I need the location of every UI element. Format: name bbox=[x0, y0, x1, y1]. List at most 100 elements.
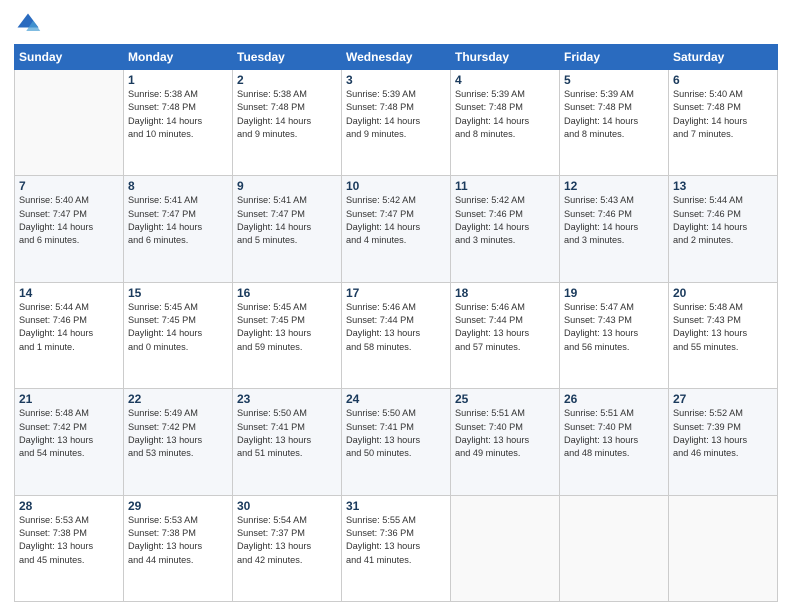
weekday-header-row: SundayMondayTuesdayWednesdayThursdayFrid… bbox=[15, 45, 778, 70]
calendar-cell: 6Sunrise: 5:40 AM Sunset: 7:48 PM Daylig… bbox=[669, 70, 778, 176]
day-info: Sunrise: 5:53 AM Sunset: 7:38 PM Dayligh… bbox=[19, 514, 119, 567]
calendar-week-5: 28Sunrise: 5:53 AM Sunset: 7:38 PM Dayli… bbox=[15, 495, 778, 601]
calendar-cell: 9Sunrise: 5:41 AM Sunset: 7:47 PM Daylig… bbox=[233, 176, 342, 282]
day-info: Sunrise: 5:50 AM Sunset: 7:41 PM Dayligh… bbox=[346, 407, 446, 460]
calendar-cell: 17Sunrise: 5:46 AM Sunset: 7:44 PM Dayli… bbox=[342, 282, 451, 388]
day-number: 8 bbox=[128, 179, 228, 193]
day-number: 2 bbox=[237, 73, 337, 87]
calendar-cell: 16Sunrise: 5:45 AM Sunset: 7:45 PM Dayli… bbox=[233, 282, 342, 388]
day-number: 4 bbox=[455, 73, 555, 87]
calendar-cell: 19Sunrise: 5:47 AM Sunset: 7:43 PM Dayli… bbox=[560, 282, 669, 388]
calendar-cell: 18Sunrise: 5:46 AM Sunset: 7:44 PM Dayli… bbox=[451, 282, 560, 388]
weekday-header-monday: Monday bbox=[124, 45, 233, 70]
day-info: Sunrise: 5:40 AM Sunset: 7:48 PM Dayligh… bbox=[673, 88, 773, 141]
calendar-cell bbox=[451, 495, 560, 601]
day-info: Sunrise: 5:55 AM Sunset: 7:36 PM Dayligh… bbox=[346, 514, 446, 567]
weekday-header-wednesday: Wednesday bbox=[342, 45, 451, 70]
day-info: Sunrise: 5:40 AM Sunset: 7:47 PM Dayligh… bbox=[19, 194, 119, 247]
day-number: 12 bbox=[564, 179, 664, 193]
calendar-cell: 24Sunrise: 5:50 AM Sunset: 7:41 PM Dayli… bbox=[342, 389, 451, 495]
calendar-cell: 22Sunrise: 5:49 AM Sunset: 7:42 PM Dayli… bbox=[124, 389, 233, 495]
day-info: Sunrise: 5:45 AM Sunset: 7:45 PM Dayligh… bbox=[237, 301, 337, 354]
day-info: Sunrise: 5:48 AM Sunset: 7:43 PM Dayligh… bbox=[673, 301, 773, 354]
day-number: 5 bbox=[564, 73, 664, 87]
calendar-cell: 8Sunrise: 5:41 AM Sunset: 7:47 PM Daylig… bbox=[124, 176, 233, 282]
weekday-header-saturday: Saturday bbox=[669, 45, 778, 70]
calendar-cell: 27Sunrise: 5:52 AM Sunset: 7:39 PM Dayli… bbox=[669, 389, 778, 495]
calendar-cell: 28Sunrise: 5:53 AM Sunset: 7:38 PM Dayli… bbox=[15, 495, 124, 601]
calendar-cell: 11Sunrise: 5:42 AM Sunset: 7:46 PM Dayli… bbox=[451, 176, 560, 282]
day-number: 16 bbox=[237, 286, 337, 300]
day-number: 15 bbox=[128, 286, 228, 300]
day-info: Sunrise: 5:38 AM Sunset: 7:48 PM Dayligh… bbox=[128, 88, 228, 141]
day-number: 9 bbox=[237, 179, 337, 193]
calendar-cell: 29Sunrise: 5:53 AM Sunset: 7:38 PM Dayli… bbox=[124, 495, 233, 601]
calendar-cell: 26Sunrise: 5:51 AM Sunset: 7:40 PM Dayli… bbox=[560, 389, 669, 495]
calendar-week-2: 7Sunrise: 5:40 AM Sunset: 7:47 PM Daylig… bbox=[15, 176, 778, 282]
day-info: Sunrise: 5:45 AM Sunset: 7:45 PM Dayligh… bbox=[128, 301, 228, 354]
day-info: Sunrise: 5:44 AM Sunset: 7:46 PM Dayligh… bbox=[673, 194, 773, 247]
day-info: Sunrise: 5:38 AM Sunset: 7:48 PM Dayligh… bbox=[237, 88, 337, 141]
day-info: Sunrise: 5:51 AM Sunset: 7:40 PM Dayligh… bbox=[564, 407, 664, 460]
calendar-cell: 31Sunrise: 5:55 AM Sunset: 7:36 PM Dayli… bbox=[342, 495, 451, 601]
day-info: Sunrise: 5:46 AM Sunset: 7:44 PM Dayligh… bbox=[346, 301, 446, 354]
calendar-cell: 5Sunrise: 5:39 AM Sunset: 7:48 PM Daylig… bbox=[560, 70, 669, 176]
day-number: 10 bbox=[346, 179, 446, 193]
day-number: 17 bbox=[346, 286, 446, 300]
calendar-cell: 3Sunrise: 5:39 AM Sunset: 7:48 PM Daylig… bbox=[342, 70, 451, 176]
day-info: Sunrise: 5:52 AM Sunset: 7:39 PM Dayligh… bbox=[673, 407, 773, 460]
calendar-cell: 15Sunrise: 5:45 AM Sunset: 7:45 PM Dayli… bbox=[124, 282, 233, 388]
day-number: 13 bbox=[673, 179, 773, 193]
day-info: Sunrise: 5:47 AM Sunset: 7:43 PM Dayligh… bbox=[564, 301, 664, 354]
day-info: Sunrise: 5:39 AM Sunset: 7:48 PM Dayligh… bbox=[455, 88, 555, 141]
day-number: 23 bbox=[237, 392, 337, 406]
page: SundayMondayTuesdayWednesdayThursdayFrid… bbox=[0, 0, 792, 612]
day-info: Sunrise: 5:41 AM Sunset: 7:47 PM Dayligh… bbox=[237, 194, 337, 247]
day-number: 18 bbox=[455, 286, 555, 300]
day-info: Sunrise: 5:46 AM Sunset: 7:44 PM Dayligh… bbox=[455, 301, 555, 354]
day-info: Sunrise: 5:42 AM Sunset: 7:47 PM Dayligh… bbox=[346, 194, 446, 247]
day-info: Sunrise: 5:43 AM Sunset: 7:46 PM Dayligh… bbox=[564, 194, 664, 247]
weekday-header-friday: Friday bbox=[560, 45, 669, 70]
day-number: 28 bbox=[19, 499, 119, 513]
weekday-header-thursday: Thursday bbox=[451, 45, 560, 70]
day-info: Sunrise: 5:42 AM Sunset: 7:46 PM Dayligh… bbox=[455, 194, 555, 247]
day-number: 1 bbox=[128, 73, 228, 87]
calendar-cell: 12Sunrise: 5:43 AM Sunset: 7:46 PM Dayli… bbox=[560, 176, 669, 282]
logo bbox=[14, 10, 46, 38]
day-number: 29 bbox=[128, 499, 228, 513]
calendar-cell: 7Sunrise: 5:40 AM Sunset: 7:47 PM Daylig… bbox=[15, 176, 124, 282]
day-number: 30 bbox=[237, 499, 337, 513]
calendar-cell: 14Sunrise: 5:44 AM Sunset: 7:46 PM Dayli… bbox=[15, 282, 124, 388]
day-info: Sunrise: 5:49 AM Sunset: 7:42 PM Dayligh… bbox=[128, 407, 228, 460]
day-number: 11 bbox=[455, 179, 555, 193]
calendar-cell: 4Sunrise: 5:39 AM Sunset: 7:48 PM Daylig… bbox=[451, 70, 560, 176]
calendar-week-3: 14Sunrise: 5:44 AM Sunset: 7:46 PM Dayli… bbox=[15, 282, 778, 388]
day-info: Sunrise: 5:53 AM Sunset: 7:38 PM Dayligh… bbox=[128, 514, 228, 567]
calendar-cell bbox=[15, 70, 124, 176]
day-number: 6 bbox=[673, 73, 773, 87]
calendar-cell: 2Sunrise: 5:38 AM Sunset: 7:48 PM Daylig… bbox=[233, 70, 342, 176]
day-info: Sunrise: 5:39 AM Sunset: 7:48 PM Dayligh… bbox=[346, 88, 446, 141]
day-number: 21 bbox=[19, 392, 119, 406]
logo-icon bbox=[14, 10, 42, 38]
day-number: 24 bbox=[346, 392, 446, 406]
day-info: Sunrise: 5:39 AM Sunset: 7:48 PM Dayligh… bbox=[564, 88, 664, 141]
day-info: Sunrise: 5:50 AM Sunset: 7:41 PM Dayligh… bbox=[237, 407, 337, 460]
calendar-cell: 20Sunrise: 5:48 AM Sunset: 7:43 PM Dayli… bbox=[669, 282, 778, 388]
day-number: 19 bbox=[564, 286, 664, 300]
calendar-cell: 30Sunrise: 5:54 AM Sunset: 7:37 PM Dayli… bbox=[233, 495, 342, 601]
day-info: Sunrise: 5:44 AM Sunset: 7:46 PM Dayligh… bbox=[19, 301, 119, 354]
weekday-header-tuesday: Tuesday bbox=[233, 45, 342, 70]
calendar-cell: 10Sunrise: 5:42 AM Sunset: 7:47 PM Dayli… bbox=[342, 176, 451, 282]
calendar-cell: 1Sunrise: 5:38 AM Sunset: 7:48 PM Daylig… bbox=[124, 70, 233, 176]
day-number: 14 bbox=[19, 286, 119, 300]
day-number: 31 bbox=[346, 499, 446, 513]
calendar-cell: 25Sunrise: 5:51 AM Sunset: 7:40 PM Dayli… bbox=[451, 389, 560, 495]
calendar-cell: 23Sunrise: 5:50 AM Sunset: 7:41 PM Dayli… bbox=[233, 389, 342, 495]
calendar-week-1: 1Sunrise: 5:38 AM Sunset: 7:48 PM Daylig… bbox=[15, 70, 778, 176]
day-number: 7 bbox=[19, 179, 119, 193]
day-info: Sunrise: 5:48 AM Sunset: 7:42 PM Dayligh… bbox=[19, 407, 119, 460]
day-info: Sunrise: 5:51 AM Sunset: 7:40 PM Dayligh… bbox=[455, 407, 555, 460]
day-number: 26 bbox=[564, 392, 664, 406]
